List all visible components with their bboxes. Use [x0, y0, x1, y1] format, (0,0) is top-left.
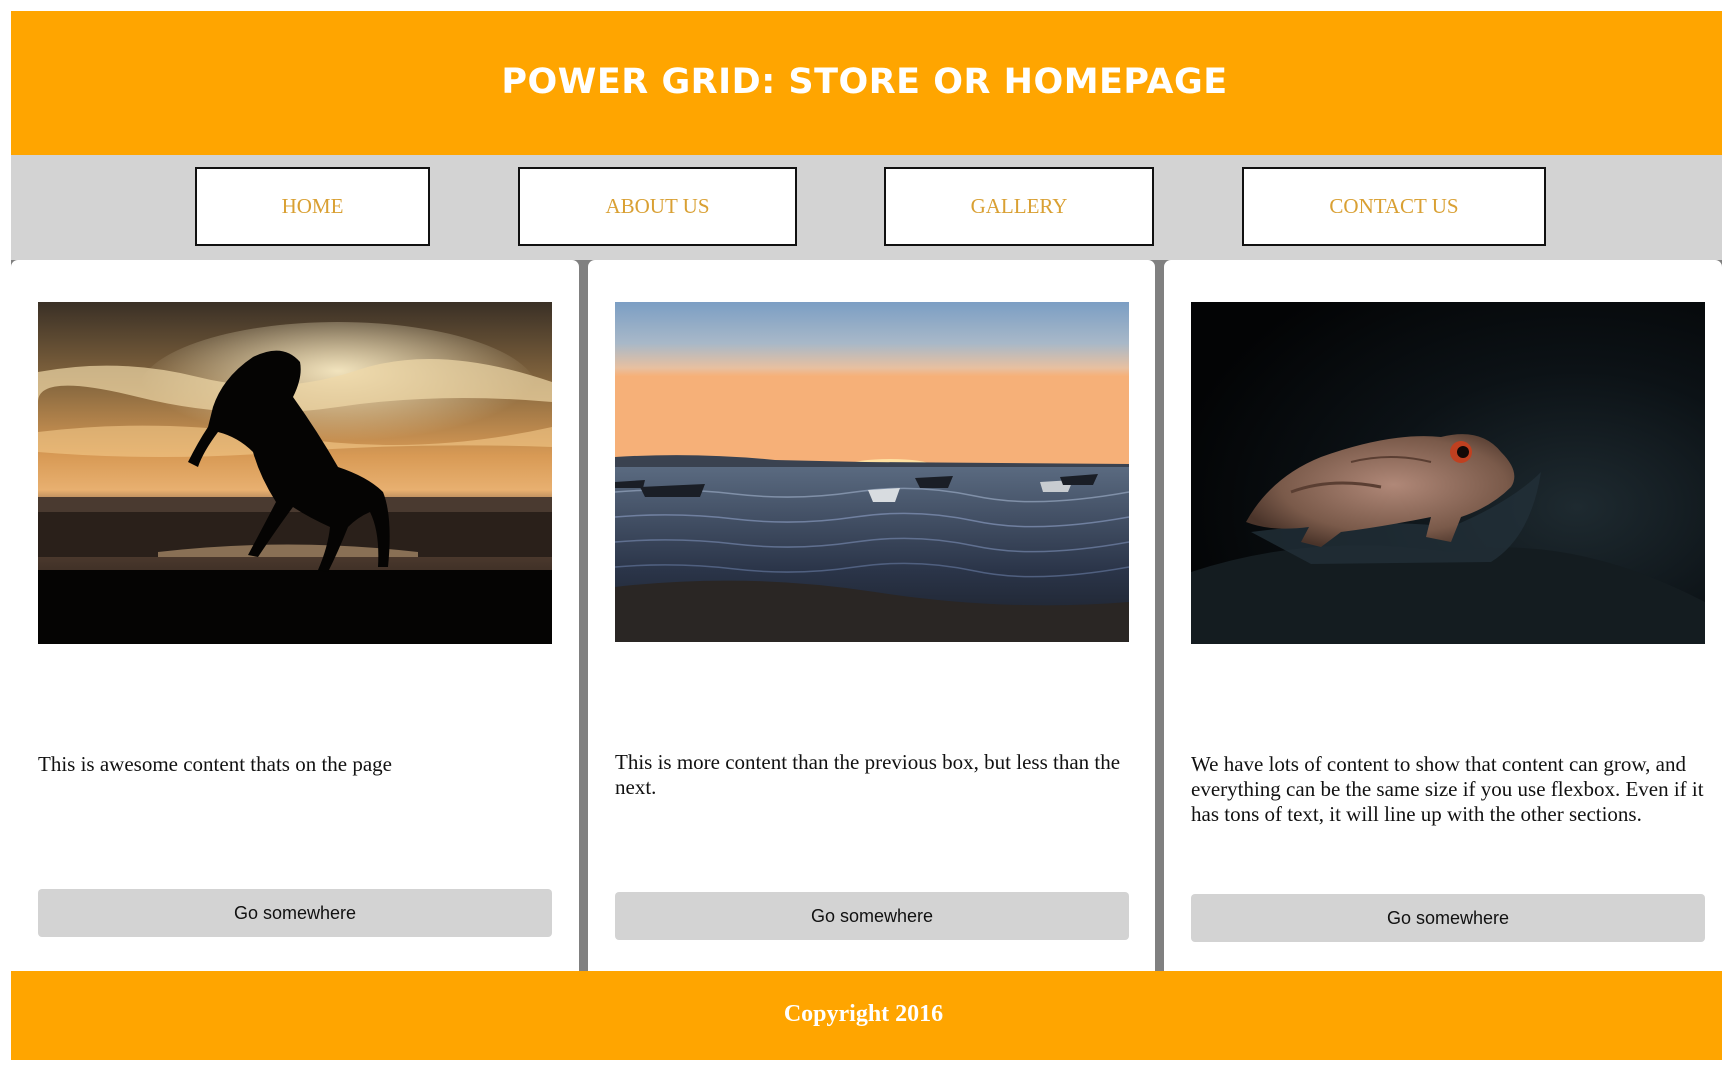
card-3: We have lots of content to show that con…: [1164, 260, 1722, 982]
copyright-text: Copyright 2016: [783, 1001, 944, 1027]
page: POWER GRID: STORE OR HOMEPAGE HOME ABOUT…: [11, 11, 1722, 1060]
content-area: This is awesome content thats on the pag…: [11, 260, 1722, 982]
card-2: This is more content than the previous b…: [588, 260, 1155, 982]
boats-sea-illustration: [615, 302, 1129, 642]
horse-silhouette-image: [38, 302, 552, 644]
frog-image: [1191, 302, 1705, 644]
go-somewhere-button[interactable]: Go somewhere: [38, 889, 552, 937]
nav-gallery[interactable]: GALLERY: [884, 167, 1154, 246]
frog-illustration: [1191, 302, 1705, 644]
nav-about-us[interactable]: ABOUT US: [518, 167, 797, 246]
card-1: This is awesome content thats on the pag…: [11, 260, 579, 982]
nav-home[interactable]: HOME: [195, 167, 430, 246]
card-text: This is awesome content thats on the pag…: [38, 752, 392, 776]
main-nav: HOME ABOUT US GALLERY CONTACT US: [11, 155, 1722, 260]
site-header: POWER GRID: STORE OR HOMEPAGE: [11, 11, 1722, 155]
card-text: This is more content than the previous b…: [615, 750, 1121, 799]
nav-contact-us[interactable]: CONTACT US: [1242, 167, 1546, 246]
card-text: We have lots of content to show that con…: [1191, 752, 1704, 826]
go-somewhere-button[interactable]: Go somewhere: [1191, 894, 1705, 942]
horse-sunset-illustration: [38, 302, 552, 644]
go-somewhere-button[interactable]: Go somewhere: [615, 892, 1129, 940]
boats-sunset-image: [615, 302, 1129, 642]
page-title: POWER GRID: STORE OR HOMEPAGE: [501, 62, 1228, 102]
site-footer: Copyright 2016: [11, 971, 1722, 1060]
